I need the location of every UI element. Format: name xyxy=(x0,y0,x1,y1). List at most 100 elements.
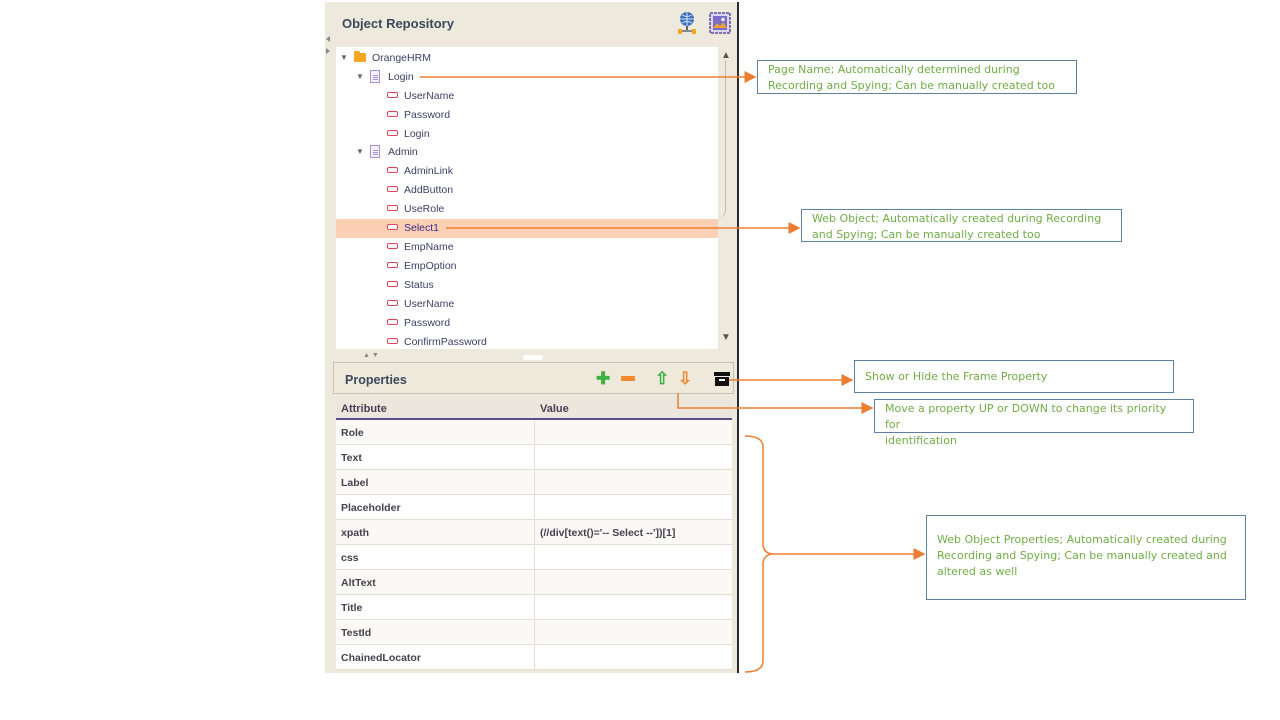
table-row[interactable]: Label xyxy=(336,470,732,495)
web-object-icon xyxy=(387,167,398,173)
callout-page-name: Page Name; Automatically determined duri… xyxy=(757,60,1077,94)
attribute-cell: Role xyxy=(341,427,364,439)
tree-node-label: Status xyxy=(404,279,434,291)
web-object-icon xyxy=(387,243,398,249)
properties-toolbar: Properties ✚ ⇧ ⇩ xyxy=(333,362,734,394)
splitter-arrows-icon[interactable]: ▲▼ xyxy=(363,352,381,359)
column-header-attribute: Attribute xyxy=(341,403,387,415)
tree-node-label: ConfirmPassword xyxy=(404,336,487,348)
scrollbar-thumb[interactable] xyxy=(713,60,726,218)
table-row[interactable]: Text xyxy=(336,445,732,470)
callout-line: and Spying; Can be manually created too xyxy=(812,228,1041,241)
properties-title: Properties xyxy=(345,373,407,387)
column-header-value: Value xyxy=(540,403,569,415)
web-object-icon xyxy=(387,130,398,136)
expand-arrow-icon[interactable]: ▼ xyxy=(340,53,348,62)
attribute-cell: Placeholder xyxy=(341,502,401,514)
tree-node-label: OrangeHRM xyxy=(372,52,431,64)
tree-node-label: AdminLink xyxy=(404,165,454,177)
tree-node-page[interactable]: ▼ Login xyxy=(336,68,718,87)
attribute-cell: ChainedLocator xyxy=(341,652,421,664)
callout-line: Web Object Properties; Automatically cre… xyxy=(937,533,1227,546)
splitter-handle[interactable] xyxy=(523,355,543,360)
add-icon[interactable]: ✚ xyxy=(596,370,610,387)
tree-node-object[interactable]: UseRole xyxy=(336,200,718,219)
tree-node-object[interactable]: EmpName xyxy=(336,238,718,257)
web-object-icon xyxy=(387,186,398,192)
table-body: Role Text Label Placeholder xpath (//div[… xyxy=(336,420,732,670)
callout-line: identification xyxy=(885,434,957,447)
move-up-icon[interactable]: ⇧ xyxy=(655,370,669,387)
callout-frame-toggle: Show or Hide the Frame Property xyxy=(854,360,1174,393)
attribute-cell: Text xyxy=(341,452,362,464)
web-object-icon xyxy=(387,224,398,230)
repository-title: Object Repository xyxy=(342,16,454,31)
folder-icon xyxy=(354,51,366,62)
callout-line: altered as well xyxy=(937,565,1018,578)
brace-properties xyxy=(744,435,773,673)
tree-node-label: Login xyxy=(404,128,430,140)
attribute-cell: TestId xyxy=(341,627,372,639)
table-row[interactable]: Title xyxy=(336,595,732,620)
panel-divider xyxy=(737,2,739,673)
tree-node-label: UserName xyxy=(404,90,455,102)
tree-node-object-selected[interactable]: Select1 xyxy=(336,219,718,238)
tree-node-object[interactable]: AddButton xyxy=(336,181,718,200)
callout-line: Web Object; Automatically created during… xyxy=(812,212,1102,225)
table-row[interactable]: TestId xyxy=(336,620,732,645)
tree-node-label: Admin xyxy=(388,146,418,158)
frame-toggle-icon[interactable] xyxy=(714,372,730,386)
attribute-cell: Label xyxy=(341,477,369,489)
callout-web-object-properties: Web Object Properties; Automatically cre… xyxy=(926,515,1246,600)
tree-node-object[interactable]: Login xyxy=(336,125,718,144)
table-row[interactable]: xpath (//div[text()='-- Select --'])[1] xyxy=(336,520,732,545)
tree-node-label: AddButton xyxy=(404,184,454,196)
table-header: Attribute Value xyxy=(336,397,732,420)
move-down-icon[interactable]: ⇩ xyxy=(678,370,692,387)
web-object-icon xyxy=(387,111,398,117)
frame-image-icon[interactable] xyxy=(709,12,731,34)
web-object-icon xyxy=(387,205,398,211)
tree-node-object[interactable]: AdminLink xyxy=(336,162,718,181)
web-object-icon xyxy=(387,319,398,325)
table-row[interactable]: AltText xyxy=(336,570,732,595)
tree-node-object[interactable]: ConfirmPassword xyxy=(336,333,718,349)
callout-web-object: Web Object; Automatically created during… xyxy=(801,209,1122,242)
tree-node-object[interactable]: UserName xyxy=(336,295,718,314)
tree-node-object[interactable]: Password xyxy=(336,314,718,333)
tree-node-object[interactable]: EmpOption xyxy=(336,257,718,276)
tree-node-page[interactable]: ▼ Admin xyxy=(336,143,718,162)
tree-node-project[interactable]: ▼ OrangeHRM xyxy=(336,49,718,68)
globe-network-icon[interactable] xyxy=(678,11,696,35)
expand-arrow-icon[interactable]: ▼ xyxy=(356,72,364,81)
repository-header: Object Repository xyxy=(325,2,737,44)
scroll-down-arrow-icon[interactable]: ▼ xyxy=(721,332,731,343)
attribute-cell: css xyxy=(341,552,359,564)
web-object-icon xyxy=(387,300,398,306)
web-object-icon xyxy=(387,281,398,287)
callout-line: Move a property UP or DOWN to change its… xyxy=(885,402,1167,431)
tree-node-label: UseRole xyxy=(404,203,445,215)
table-row[interactable]: Role xyxy=(336,420,732,445)
table-row[interactable]: css xyxy=(336,545,732,570)
expand-arrow-icon[interactable]: ▼ xyxy=(356,147,364,156)
tree-node-object[interactable]: Password xyxy=(336,106,718,125)
table-row[interactable]: Placeholder xyxy=(336,495,732,520)
attribute-cell: AltText xyxy=(341,577,376,589)
web-object-icon xyxy=(387,262,398,268)
collapse-arrows-icon[interactable] xyxy=(325,34,331,64)
table-row[interactable]: ChainedLocator xyxy=(336,645,732,670)
tree-node-object[interactable]: UserName xyxy=(336,87,718,106)
callout-line: Recording and Spying; Can be manually cr… xyxy=(937,549,1227,562)
callout-line: Show or Hide the Frame Property xyxy=(865,370,1048,383)
callout-line: Recording and Spying; Can be manually cr… xyxy=(768,79,1055,92)
page-icon xyxy=(370,145,380,158)
tree-node-object[interactable]: Status xyxy=(336,276,718,295)
tree-node-label: EmpName xyxy=(404,241,454,253)
tree-node-label: Select1 xyxy=(404,222,440,234)
callout-move-property: Move a property UP or DOWN to change its… xyxy=(874,399,1194,447)
value-cell[interactable]: (//div[text()='-- Select --'])[1] xyxy=(540,527,675,539)
remove-icon[interactable] xyxy=(621,376,635,381)
scroll-up-arrow-icon[interactable]: ▲ xyxy=(721,50,731,61)
callout-line: Page Name; Automatically determined duri… xyxy=(768,63,1020,76)
